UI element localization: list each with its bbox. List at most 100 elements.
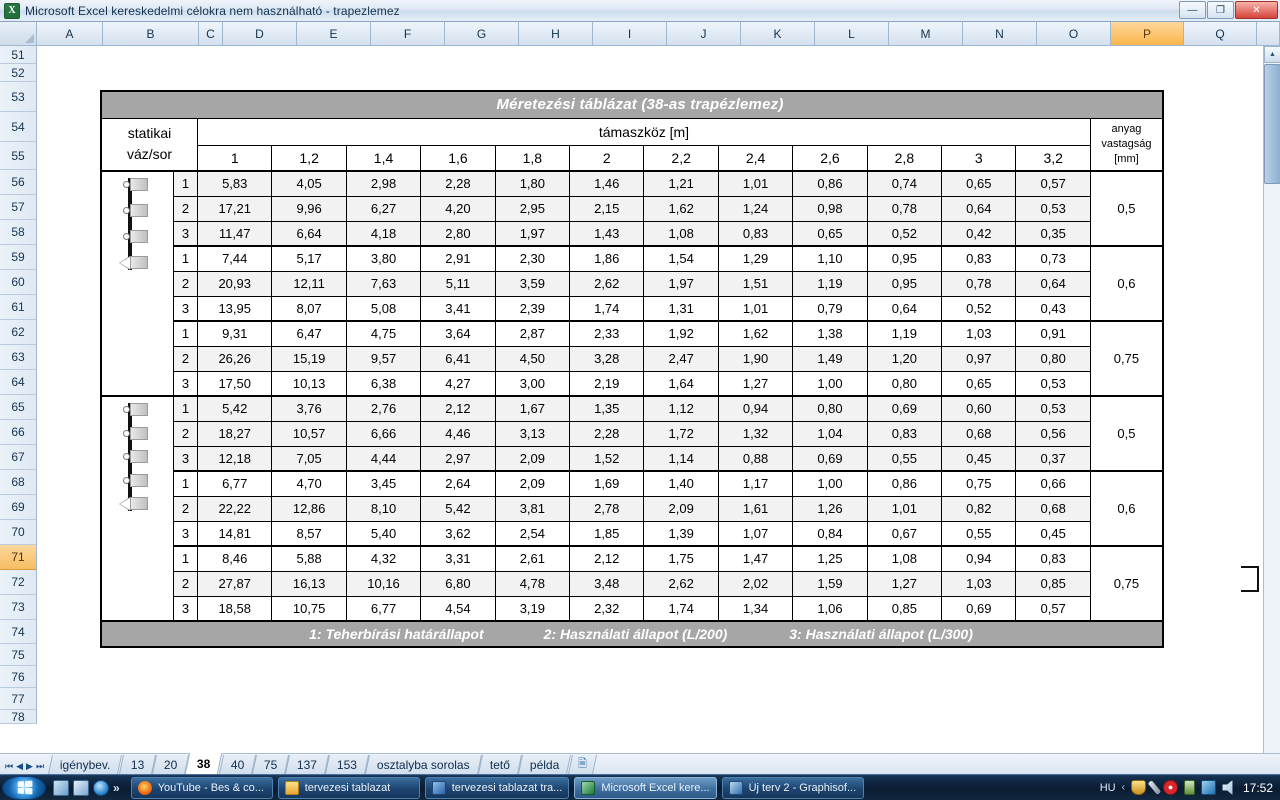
column-header-f[interactable]: F [371, 22, 445, 46]
sheet-tab-osztalyba-sorolas[interactable]: osztalyba sorolas [365, 755, 483, 774]
row-header-71[interactable]: 71 [0, 545, 37, 570]
internet-explorer-icon[interactable] [93, 779, 109, 796]
row-header-62[interactable]: 62 [0, 320, 37, 345]
minimize-button[interactable]: — [1179, 1, 1206, 19]
scroll-up-icon[interactable]: ▲ [1264, 46, 1280, 63]
value-cell: 0,56 [1015, 420, 1091, 447]
taskbar-button[interactable]: tervezesi tablazat [277, 776, 420, 799]
row-header-60[interactable]: 60 [0, 270, 37, 295]
show-hidden-icons[interactable]: ‹ [1122, 782, 1125, 793]
nav-prev-icon[interactable]: ◀ [16, 761, 23, 772]
maximize-button[interactable]: ❐ [1207, 1, 1234, 19]
column-header-l[interactable]: L [815, 22, 889, 46]
row-header-58[interactable]: 58 [0, 220, 37, 245]
row-header-59[interactable]: 59 [0, 245, 37, 270]
pen-icon[interactable] [1147, 780, 1162, 795]
row-header-51[interactable]: 51 [0, 46, 37, 64]
row-header-63[interactable]: 63 [0, 345, 37, 370]
column-header-q[interactable]: Q [1184, 22, 1257, 46]
switch-window-icon[interactable] [73, 779, 89, 796]
row-header-67[interactable]: 67 [0, 445, 37, 470]
row-header-55[interactable]: 55 [0, 142, 37, 170]
row-header-73[interactable]: 73 [0, 595, 37, 620]
row-header-75[interactable]: 75 [0, 644, 37, 666]
row-header-72[interactable]: 72 [0, 570, 37, 595]
column-header-k[interactable]: K [741, 22, 815, 46]
row-header-76[interactable]: 76 [0, 666, 37, 688]
taskbar-button[interactable]: Microsoft Excel kere... [574, 776, 717, 799]
column-header-o[interactable]: O [1037, 22, 1111, 46]
row-header-66[interactable]: 66 [0, 420, 37, 445]
sheet-tab-38[interactable]: 38 [185, 753, 223, 774]
beam-sketch [114, 403, 160, 525]
spreadsheet-grid[interactable]: Méretezési táblázat (38-as trapézlemez) s… [37, 46, 1263, 753]
scrollbar-thumb[interactable] [1264, 64, 1280, 184]
value-cell: 12,86 [271, 495, 347, 522]
column-header-m[interactable]: M [889, 22, 963, 46]
row-header-61[interactable]: 61 [0, 295, 37, 320]
row-header-56[interactable]: 56 [0, 170, 37, 195]
value-cell: 2,19 [569, 370, 645, 397]
sheet-tab-ig-nybev-[interactable]: igénybev. [48, 755, 123, 774]
taskbar-button[interactable]: YouTube - Bes & co... [130, 776, 273, 799]
row-header-53[interactable]: 53 [0, 82, 37, 112]
sizing-table: Méretezési táblázat (38-as trapézlemez) s… [99, 90, 1164, 648]
nav-first-icon[interactable]: ⏮ [5, 761, 13, 772]
taskbar-button[interactable]: Új terv 2 - Graphisof... [721, 776, 864, 799]
language-indicator[interactable]: HU [1100, 782, 1116, 794]
value-cell: 0,45 [941, 445, 1017, 472]
nav-next-icon[interactable]: ▶ [26, 761, 33, 772]
sheet-tab-137[interactable]: 137 [285, 755, 330, 774]
column-header-j[interactable]: J [667, 22, 741, 46]
column-header-i[interactable]: I [593, 22, 667, 46]
quick-launch-overflow[interactable]: » [113, 781, 120, 795]
taskbar-button[interactable]: tervezesi tablazat tra... [424, 776, 570, 799]
taskbar-clock[interactable]: 17:52 [1243, 781, 1273, 795]
sheet-nav-buttons[interactable]: ⏮ ◀ ▶ ⏭ [0, 761, 50, 774]
row-header-64[interactable]: 64 [0, 370, 37, 395]
column-header-g[interactable]: G [445, 22, 519, 46]
sheet-tab-13[interactable]: 13 [118, 755, 156, 774]
row-header-69[interactable]: 69 [0, 495, 37, 520]
table-row: 1 7,44 5,17 3,80 2,91 2,30 1,86 1,54 1,29 1,10 0,9… [101, 245, 1164, 322]
select-all-corner[interactable] [0, 22, 37, 46]
row-header-78[interactable]: 78 [0, 710, 37, 724]
sheet-tab-153[interactable]: 153 [325, 755, 370, 774]
battery-icon[interactable] [1183, 780, 1195, 795]
row-header-57[interactable]: 57 [0, 195, 37, 220]
new-sheet-icon[interactable]: 🗎 [567, 755, 597, 774]
row-header-74[interactable]: 74 [0, 620, 37, 644]
sheet-tab-20[interactable]: 20 [151, 755, 190, 774]
row-header-70[interactable]: 70 [0, 520, 37, 545]
vertical-scrollbar[interactable]: ▲ [1263, 46, 1280, 753]
sheet-tab-label: 20 [163, 757, 178, 772]
sheet-tab-p-lda[interactable]: példa [518, 755, 572, 774]
column-header-b[interactable]: B [103, 22, 199, 46]
row-header-52[interactable]: 52 [0, 64, 37, 82]
column-header-h[interactable]: H [519, 22, 593, 46]
column-header-e[interactable]: E [297, 22, 371, 46]
security-shield-icon[interactable] [1130, 780, 1146, 795]
nav-last-icon[interactable]: ⏭ [36, 761, 44, 772]
row-header-65[interactable]: 65 [0, 395, 37, 420]
close-button[interactable]: ✕ [1235, 1, 1278, 19]
row-header-68[interactable]: 68 [0, 470, 37, 495]
thickness-value: 0,5 [1089, 170, 1164, 247]
column-header-a[interactable]: A [37, 22, 103, 46]
row-header-54[interactable]: 54 [0, 112, 37, 142]
row-header-77[interactable]: 77 [0, 688, 37, 710]
column-header-c[interactable]: C [199, 22, 223, 46]
network-icon[interactable] [1200, 780, 1216, 795]
value-cell: 4,50 [494, 345, 571, 372]
column-header-n[interactable]: N [963, 22, 1037, 46]
sheet-tab-40[interactable]: 40 [218, 755, 257, 774]
sheet-tab-75[interactable]: 75 [251, 755, 290, 774]
volume-icon[interactable] [1221, 780, 1233, 795]
show-desktop-icon[interactable] [53, 779, 69, 796]
value-cell: 0,64 [866, 295, 943, 322]
column-header-d[interactable]: D [223, 22, 297, 46]
start-button[interactable] [2, 775, 46, 800]
opera-icon[interactable] [1162, 780, 1178, 795]
column-header-p[interactable]: P [1111, 22, 1184, 46]
sheet-tab-tet-[interactable]: tető [478, 755, 523, 774]
